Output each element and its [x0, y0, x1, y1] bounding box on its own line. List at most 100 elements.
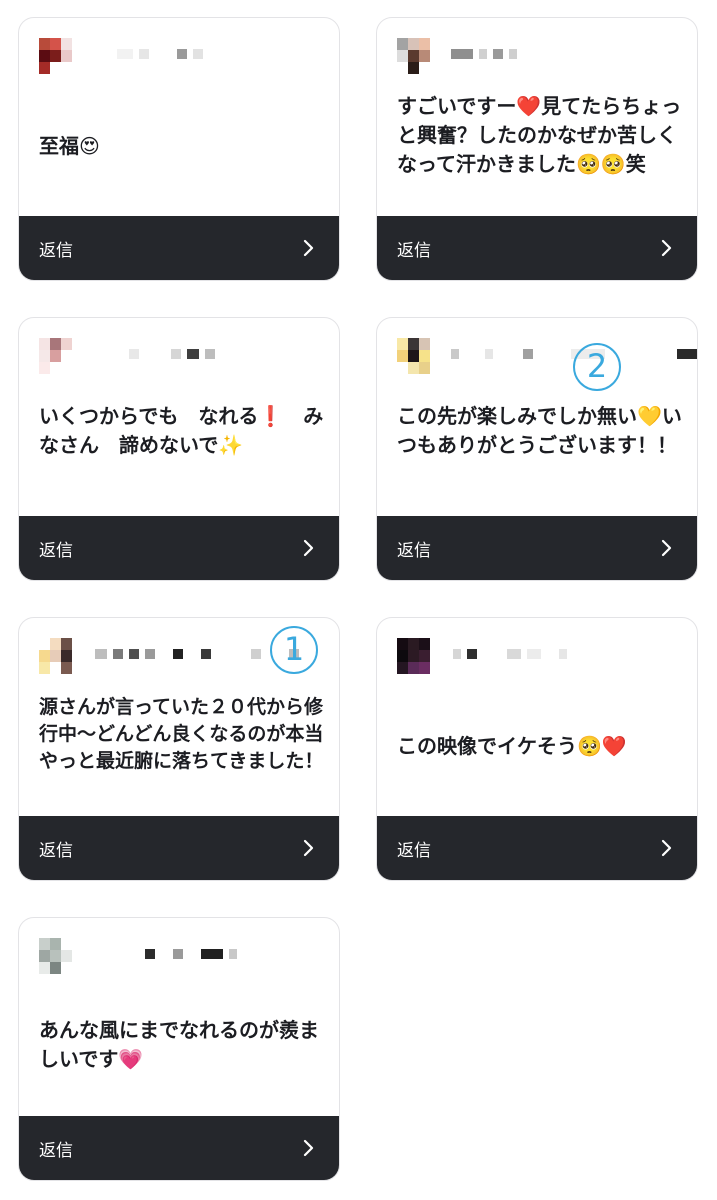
comment-author	[377, 318, 697, 398]
avatar-pixel	[61, 662, 72, 674]
avatar-pixel	[61, 962, 72, 974]
name-pixel	[187, 349, 199, 359]
reply-label: 返信	[39, 540, 73, 561]
name-pixel	[173, 949, 183, 959]
name-pixel	[145, 649, 155, 659]
avatar-pixel	[61, 650, 72, 662]
reply-label: 返信	[39, 840, 73, 861]
avatar-pixel	[39, 350, 50, 362]
annotation-marker-1: 1	[270, 626, 318, 674]
reply-label: 返信	[397, 840, 431, 861]
name-pixel	[177, 49, 187, 59]
annotation-label: 2	[586, 347, 608, 385]
reply-button[interactable]: 返信	[19, 216, 339, 280]
avatar-pixel	[419, 38, 430, 50]
name-pixel	[611, 349, 671, 359]
chevron-right-icon	[303, 839, 314, 857]
name-pixel	[155, 49, 171, 59]
chevron-right-icon	[303, 239, 314, 257]
avatar-pixel	[50, 50, 61, 62]
author-name-blurred	[451, 49, 517, 59]
avatar-pixel	[419, 662, 430, 674]
name-pixel	[485, 349, 493, 359]
avatar-pixel	[61, 938, 72, 950]
reply-label: 返信	[397, 240, 431, 261]
comment-author	[19, 18, 339, 98]
avatar-pixel	[39, 362, 50, 374]
avatar-pixel	[408, 350, 419, 362]
avatar-pixel	[408, 338, 419, 350]
comment-text: 源さんが言っていた２０代から修行中〜どんどん良くなるのが本当やっと最近腑に落ちて…	[39, 696, 324, 772]
avatar-pixel	[397, 350, 408, 362]
avatar-pixel	[397, 662, 408, 674]
avatar-pixel	[72, 50, 83, 62]
name-pixel	[189, 949, 195, 959]
avatar-pixel	[419, 638, 430, 650]
avatar-pixel	[419, 650, 430, 662]
reply-button[interactable]: 返信	[377, 516, 697, 580]
avatar-pixel	[408, 362, 419, 374]
avatar-pixel	[430, 350, 441, 362]
avatar-pixel	[408, 638, 419, 650]
comment-card: 至福😍 返信	[18, 17, 340, 281]
comment-card: この映像でイケそう🥺❤️ 返信	[376, 617, 698, 881]
avatar-pixel	[408, 38, 419, 50]
name-pixel	[479, 49, 487, 59]
avatar-pixel	[430, 662, 441, 674]
comment-text: この映像でイケそう🥺❤️	[397, 734, 627, 758]
name-pixel	[539, 349, 565, 359]
chevron-right-icon	[661, 239, 672, 257]
name-pixel	[117, 49, 133, 59]
name-pixel	[189, 649, 195, 659]
reply-button[interactable]: 返信	[19, 816, 339, 880]
avatar-pixel	[39, 338, 50, 350]
comment-author	[19, 918, 339, 998]
avatar-pixel	[39, 638, 50, 650]
comment-card: あんな風にまでなれるのが羨ましいです💗 返信	[18, 917, 340, 1181]
reply-button[interactable]: 返信	[19, 1116, 339, 1180]
name-pixel	[527, 649, 541, 659]
avatar-pixel	[72, 650, 83, 662]
name-pixel	[451, 49, 473, 59]
reply-button[interactable]: 返信	[19, 516, 339, 580]
reply-button[interactable]: 返信	[377, 216, 697, 280]
avatar-pixel	[397, 338, 408, 350]
author-name-blurred	[453, 649, 567, 659]
chevron-right-icon	[303, 539, 314, 557]
name-pixel	[193, 49, 203, 59]
avatar-pixel	[430, 338, 441, 350]
name-pixel	[171, 349, 181, 359]
avatar-pixel	[50, 38, 61, 50]
avatar-pixel	[61, 338, 72, 350]
author-name-blurred	[95, 649, 299, 659]
avatar-pixel	[72, 62, 83, 74]
avatar	[39, 38, 83, 74]
name-pixel	[451, 349, 459, 359]
avatar-pixel	[430, 650, 441, 662]
name-pixel	[523, 349, 533, 359]
avatar-pixel	[397, 38, 408, 50]
avatar-pixel	[397, 50, 408, 62]
avatar-pixel	[419, 362, 430, 374]
chevron-right-icon	[661, 839, 672, 857]
name-pixel	[509, 49, 517, 59]
avatar-pixel	[72, 38, 83, 50]
avatar-pixel	[39, 938, 50, 950]
comment-text: 至福😍	[39, 134, 100, 158]
avatar-pixel	[39, 62, 50, 74]
comment-text: この先が楽しみでしか無い💛いつもありがとうございます！！	[397, 404, 682, 457]
avatar-pixel	[419, 338, 430, 350]
avatar-pixel	[50, 338, 61, 350]
avatar-pixel	[397, 638, 408, 650]
avatar	[397, 338, 441, 374]
avatar-pixel	[39, 50, 50, 62]
avatar-pixel	[39, 950, 50, 962]
avatar-pixel	[397, 62, 408, 74]
annotation-marker-2: 2	[573, 343, 621, 391]
avatar-pixel	[50, 350, 61, 362]
author-name-blurred	[99, 949, 237, 959]
avatar-pixel	[419, 62, 430, 74]
reply-button[interactable]: 返信	[377, 816, 697, 880]
avatar-pixel	[50, 638, 61, 650]
avatar-pixel	[61, 62, 72, 74]
